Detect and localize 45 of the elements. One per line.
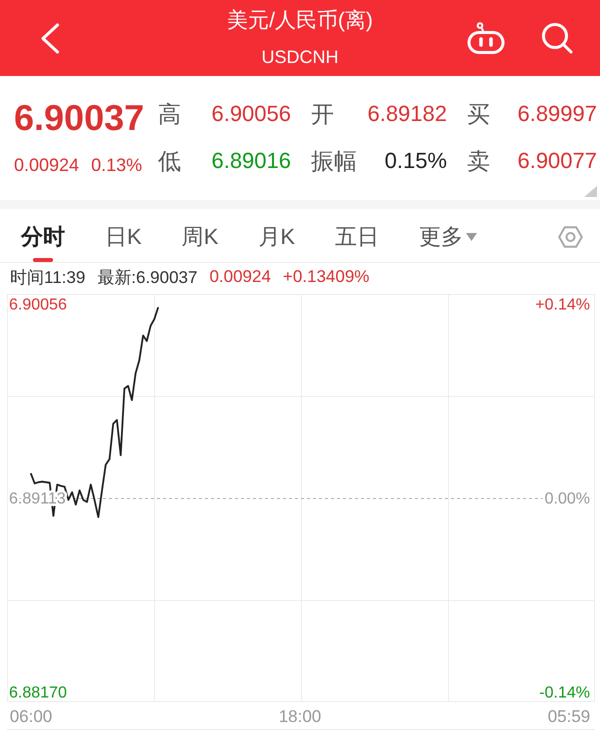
stat-value: 6.89997 — [517, 101, 597, 127]
assistant-button[interactable] — [467, 22, 505, 54]
time-axis-label: 05:59 — [548, 707, 590, 726]
current-price: 6.90037 — [14, 100, 144, 136]
stat-label: 低 — [158, 146, 181, 176]
tab[interactable]: 五日 — [335, 209, 380, 262]
stat-label: 买 — [467, 100, 490, 128]
back-icon — [40, 22, 60, 54]
price-axis-label: 6.90056 — [9, 296, 67, 314]
percent-axis-label: 0.00% — [544, 490, 590, 508]
stat-label: 振幅 — [311, 146, 357, 176]
stat-value: 6.89182 — [367, 101, 447, 127]
time-axis-label: 06:00 — [10, 707, 52, 726]
price-axis-label: 6.88170 — [9, 684, 67, 702]
search-icon — [541, 22, 573, 54]
stat-value: 0.15% — [384, 148, 447, 174]
tab[interactable]: 周K — [182, 209, 218, 262]
stat-label: 高 — [158, 100, 181, 128]
tab[interactable]: 日K — [105, 209, 142, 262]
search-button[interactable] — [541, 22, 573, 54]
stat-value: 6.90077 — [517, 148, 597, 174]
page-title: 美元/人民币(离) — [227, 8, 373, 34]
symbol-code: USDCNH — [261, 46, 338, 69]
tab[interactable]: 月K — [258, 209, 296, 262]
robot-icon — [467, 22, 505, 54]
time-text: 时间11:39 — [10, 266, 86, 288]
percent-axis-label: +0.14% — [535, 296, 590, 314]
latest-price-text: 最新:6.90037 — [97, 266, 198, 288]
tab[interactable]: 分时 — [21, 209, 65, 262]
corner-triangle-icon — [584, 186, 597, 197]
time-axis-label: 18:00 — [278, 707, 322, 726]
settings-icon — [558, 226, 583, 248]
stat-value: 6.90056 — [211, 101, 291, 127]
tab[interactable]: 更多 — [419, 209, 478, 262]
back-button[interactable] — [40, 22, 60, 54]
percent-axis-label: -0.14% — [539, 684, 590, 702]
price-change: 0.00924 — [14, 155, 80, 176]
stat-label: 卖 — [467, 146, 490, 176]
stat-label: 开 — [311, 100, 334, 128]
price-change-text: 0.00924 — [209, 267, 271, 287]
stat-value: 6.89016 — [211, 148, 291, 174]
caret-icon — [466, 233, 478, 241]
change-percent: 0.13% — [91, 155, 142, 176]
settings-button[interactable] — [558, 226, 583, 248]
change-percent-text: +0.13409% — [282, 267, 370, 287]
